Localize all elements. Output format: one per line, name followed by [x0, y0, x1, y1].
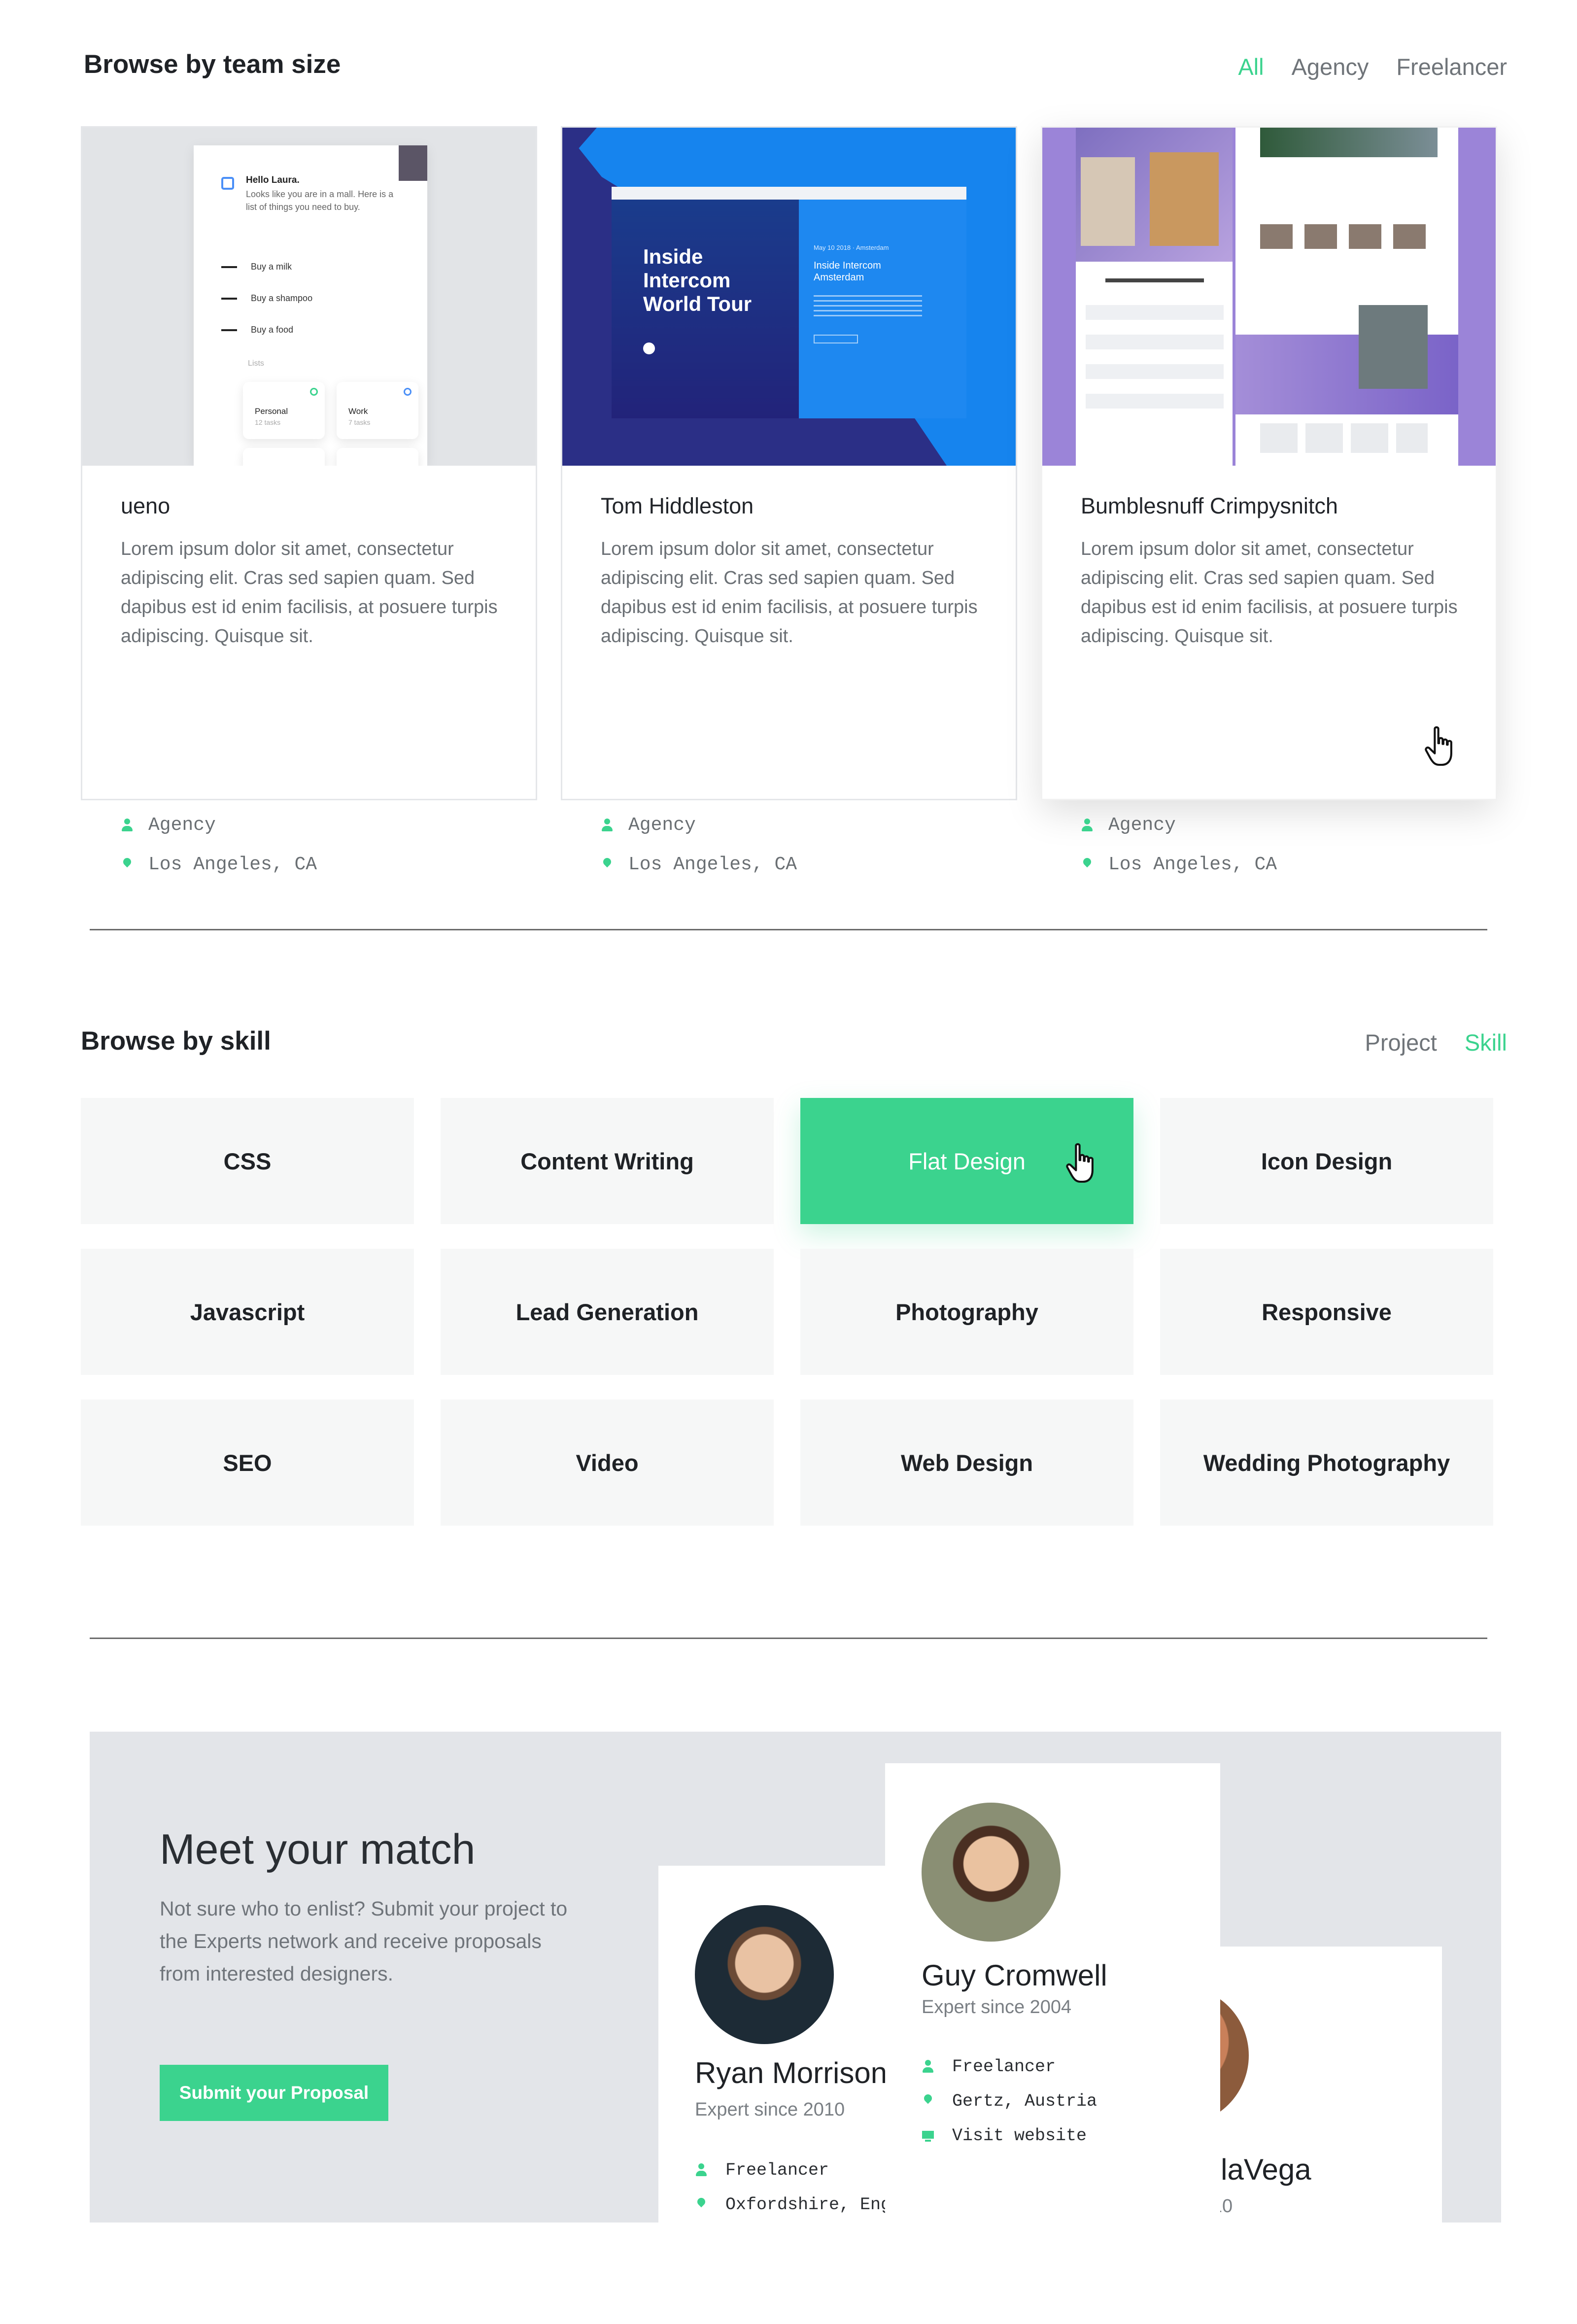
hero-image: Inside Intercom World Tour: [612, 200, 799, 418]
card-thumbnail: Hello Laura. Looks like you are in a mal…: [82, 128, 536, 466]
section-divider: [90, 929, 1487, 930]
expert-since: Expert since 2010: [695, 2099, 845, 2120]
hand-cursor-icon: [1425, 726, 1452, 766]
skill-tile-icon-design[interactable]: Icon Design: [1160, 1098, 1493, 1224]
filter-tab-all[interactable]: All: [1238, 53, 1264, 80]
card-team-type: Agency: [1081, 815, 1176, 836]
todo-item: Buy a food: [221, 325, 293, 335]
avatar: [922, 1803, 1061, 1942]
user-avatar: [399, 145, 427, 181]
list-card-peek: [243, 448, 325, 466]
filter-tab-project[interactable]: Project: [1365, 1029, 1437, 1056]
filter-tab-freelancer[interactable]: Freelancer: [1396, 53, 1507, 80]
filter-tab-skill[interactable]: Skill: [1465, 1029, 1507, 1056]
expert-card-rachel-delavega[interactable]: Rachel DelaVega Expert since 2010: [1184, 1947, 1442, 2222]
expert-name: Guy Cromwell: [922, 1959, 1107, 1992]
expert-name: Ryan Morrison: [695, 2056, 888, 2089]
skill-tile-lead-generation[interactable]: Lead Generation: [441, 1249, 774, 1375]
card-title[interactable]: ueno: [121, 493, 170, 519]
todo-item: Buy a milk: [221, 262, 292, 272]
skill-tile-label: Flat Design: [908, 1148, 1026, 1174]
team-card-bumblesnuff[interactable]: Bumblesnuff Crimpysnitch Lorem ipsum dol…: [1041, 126, 1497, 875]
expert-since: Expert since 2004: [922, 1997, 1072, 2017]
skill-tile-javascript[interactable]: Javascript: [81, 1249, 414, 1375]
play-button: [643, 342, 655, 354]
todo-app-screen: Hello Laura. Looks like you are in a mal…: [194, 145, 427, 466]
person-icon: [121, 818, 134, 833]
map-pin-icon: [695, 2197, 708, 2213]
map-pin-icon: [1081, 857, 1094, 873]
card-thumbnail: [1042, 128, 1496, 466]
team-card-ueno[interactable]: Hello Laura. Looks like you are in a mal…: [81, 126, 537, 875]
browser-topbar: [612, 187, 966, 200]
mockup-hero-photo: [1076, 128, 1233, 262]
website-mockup-left: [1076, 128, 1233, 466]
card-team-type: Agency: [601, 815, 696, 836]
hero-title: Inside Intercom World Tour: [643, 245, 752, 315]
map-pin-icon: [121, 857, 134, 873]
expert-type: Freelancer: [922, 2057, 1056, 2077]
checkbox-icon: [221, 177, 234, 190]
team-filter-tabs: All Agency Freelancer: [1238, 53, 1507, 80]
card-description: Lorem ipsum dolor sit amet, consectetur …: [1081, 539, 1458, 647]
card-location: Los Angeles, CA: [1081, 854, 1277, 875]
list-card-work: Work 7 tasks: [337, 382, 418, 439]
card-title[interactable]: Tom Hiddleston: [601, 493, 754, 519]
card-description: Lorem ipsum dolor sit amet, consectetur …: [601, 539, 978, 647]
expert-location: Gertz, Austria: [922, 2091, 1097, 2111]
lists-label: Lists: [248, 359, 264, 368]
match-description: Not sure who to enlist? Submit your proj…: [160, 1897, 568, 1985]
card-thumbnail: Inside Intercom World Tour May 10 2018 ·…: [562, 128, 1016, 466]
list-card-personal: Personal 12 tasks: [243, 382, 325, 439]
person-icon: [695, 2162, 708, 2178]
person-icon: [922, 2059, 934, 2075]
event-title: Inside Intercom Amsterdam: [814, 260, 881, 283]
card-location: Los Angeles, CA: [601, 854, 797, 875]
event-date: May 10 2018 · Amsterdam: [814, 244, 889, 251]
skill-tile-css[interactable]: CSS: [81, 1098, 414, 1224]
map-pin-icon: [601, 857, 614, 873]
card-description: Lorem ipsum dolor sit amet, consectetur …: [121, 539, 498, 647]
hand-cursor-icon: [1066, 1143, 1094, 1183]
skill-tile-seo[interactable]: SEO: [81, 1400, 414, 1526]
skill-filter-tabs: Project Skill: [1365, 1029, 1507, 1056]
card-team-type: Agency: [121, 815, 216, 836]
event-copy: [814, 295, 922, 319]
skill-tile-responsive[interactable]: Responsive: [1160, 1249, 1493, 1375]
expert-type: Freelancer: [695, 2160, 829, 2180]
skill-section-title: Browse by skill: [81, 1026, 271, 1056]
website-mockup-right: [1235, 128, 1458, 466]
match-title: Meet your match: [160, 1826, 476, 1873]
todo-greeting: Hello Laura.: [246, 175, 300, 185]
skill-tile-wedding-photography[interactable]: Wedding Photography: [1160, 1400, 1493, 1526]
section-divider: [90, 1638, 1487, 1639]
submit-proposal-button[interactable]: Submit your Proposal: [160, 2065, 388, 2121]
intercom-browser-window: Inside Intercom World Tour May 10 2018 ·…: [612, 187, 966, 418]
skill-tile-content-writing[interactable]: Content Writing: [441, 1098, 774, 1224]
team-section-title: Browse by team size: [84, 50, 341, 79]
event-cta: [814, 335, 858, 343]
todo-subtitle: Looks like you are in a mall. Here is a …: [246, 189, 394, 212]
skill-tile-web-design[interactable]: Web Design: [800, 1400, 1133, 1526]
person-icon: [601, 818, 614, 833]
meet-your-match-panel: Meet your match Not sure who to enlist? …: [90, 1732, 1501, 2222]
card-title[interactable]: Bumblesnuff Crimpysnitch: [1081, 493, 1338, 519]
expert-card-guy-cromwell[interactable]: Guy Cromwell Expert since 2004 Freelance…: [885, 1763, 1220, 2222]
team-card-tom-hiddleston[interactable]: Inside Intercom World Tour May 10 2018 ·…: [561, 126, 1017, 875]
card-location: Los Angeles, CA: [121, 854, 317, 875]
list-card-peek: [337, 448, 418, 466]
avatar: [695, 1905, 834, 2044]
todo-item: Buy a shampoo: [221, 293, 312, 304]
expert-website-link[interactable]: Visit website: [922, 2126, 1087, 2146]
map-pin-icon: [922, 2093, 934, 2109]
filter-tab-agency[interactable]: Agency: [1292, 53, 1369, 80]
monitor-icon: [922, 2128, 934, 2144]
person-icon: [1081, 818, 1094, 833]
skill-tile-video[interactable]: Video: [441, 1400, 774, 1526]
skill-tile-photography[interactable]: Photography: [800, 1249, 1133, 1375]
